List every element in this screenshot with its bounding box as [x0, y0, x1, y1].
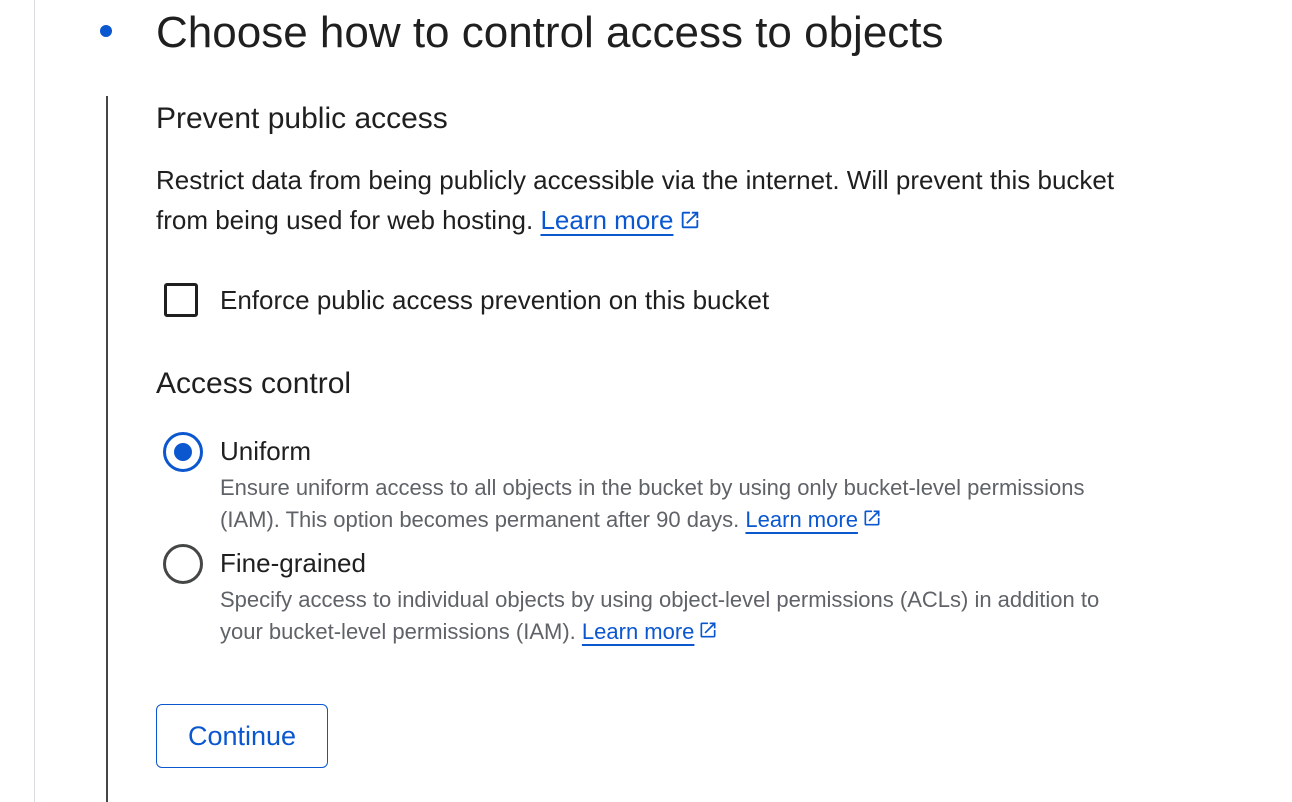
open-in-new-icon	[698, 617, 718, 649]
prevent-public-access-description: Restrict data from being publicly access…	[156, 160, 1136, 242]
radio-fine-grained-description: Specify access to individual objects by …	[220, 584, 1120, 649]
radio-fine-grained-label[interactable]: Fine-grained	[220, 545, 366, 581]
radio-uniform-description: Ensure uniform access to all objects in …	[220, 472, 1120, 537]
enforce-public-access-prevention-label[interactable]: Enforce public access prevention on this…	[220, 285, 769, 316]
radio-uniform[interactable]	[163, 432, 203, 472]
step-title: Choose how to control access to objects	[156, 8, 944, 57]
access-control-heading: Access control	[156, 367, 352, 400]
enforce-public-access-prevention-row[interactable]: Enforce public access prevention on this…	[164, 280, 769, 320]
continue-button[interactable]: Continue	[156, 704, 328, 768]
learn-more-link-fine-grained[interactable]: Learn more	[582, 619, 695, 644]
open-in-new-icon	[862, 505, 882, 537]
stepper-outer-line	[34, 0, 35, 802]
create-bucket-step-access-control: Choose how to control access to objects …	[0, 0, 1292, 802]
step-content-divider	[106, 96, 108, 802]
prevent-public-access-heading: Prevent public access	[156, 102, 448, 135]
open-in-new-icon	[679, 202, 701, 242]
radio-fine-grained[interactable]	[163, 544, 203, 584]
learn-more-link-uniform[interactable]: Learn more	[745, 507, 858, 532]
radio-uniform-selected-dot	[174, 443, 192, 461]
learn-more-link-public-access[interactable]: Learn more	[540, 205, 673, 235]
radio-uniform-label[interactable]: Uniform	[220, 433, 311, 469]
enforce-public-access-prevention-checkbox[interactable]	[164, 283, 198, 317]
step-dot-icon	[100, 25, 112, 37]
